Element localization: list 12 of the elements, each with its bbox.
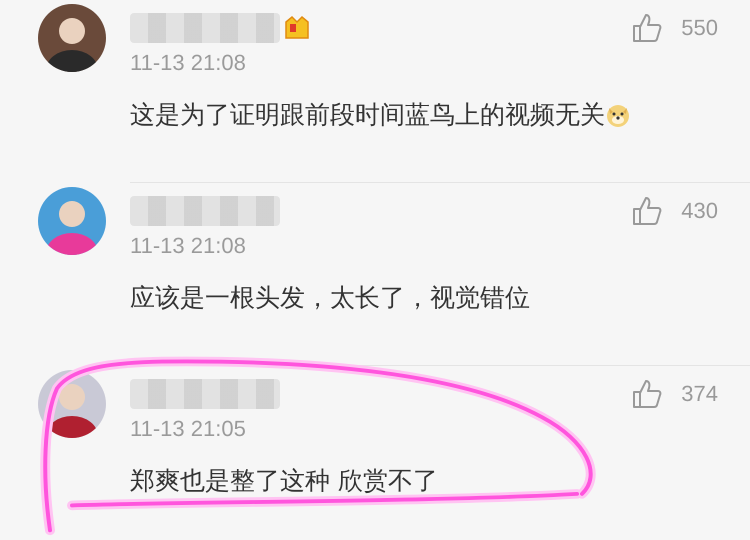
thumbs-up-icon[interactable] [631, 378, 664, 410]
comment-text: 应该是一根头发，太长了，视觉错位 [130, 282, 530, 314]
thumbs-up-icon[interactable] [631, 12, 664, 44]
comment-text: 郑爽也是整了这种 欣赏不了 [130, 465, 438, 497]
thumbs-up-icon[interactable] [631, 195, 664, 227]
like-count: 430 [681, 198, 718, 224]
comment-date: 11-13 21:08 [130, 233, 247, 259]
like-count: 374 [681, 381, 718, 407]
like-count: 550 [681, 15, 718, 41]
comment-text: 这是为了证明跟前段时间蓝鸟上的视频无关 [130, 99, 605, 131]
comment-date: 11-13 21:08 [130, 50, 247, 76]
comment-date: 11-13 21:05 [130, 416, 247, 442]
